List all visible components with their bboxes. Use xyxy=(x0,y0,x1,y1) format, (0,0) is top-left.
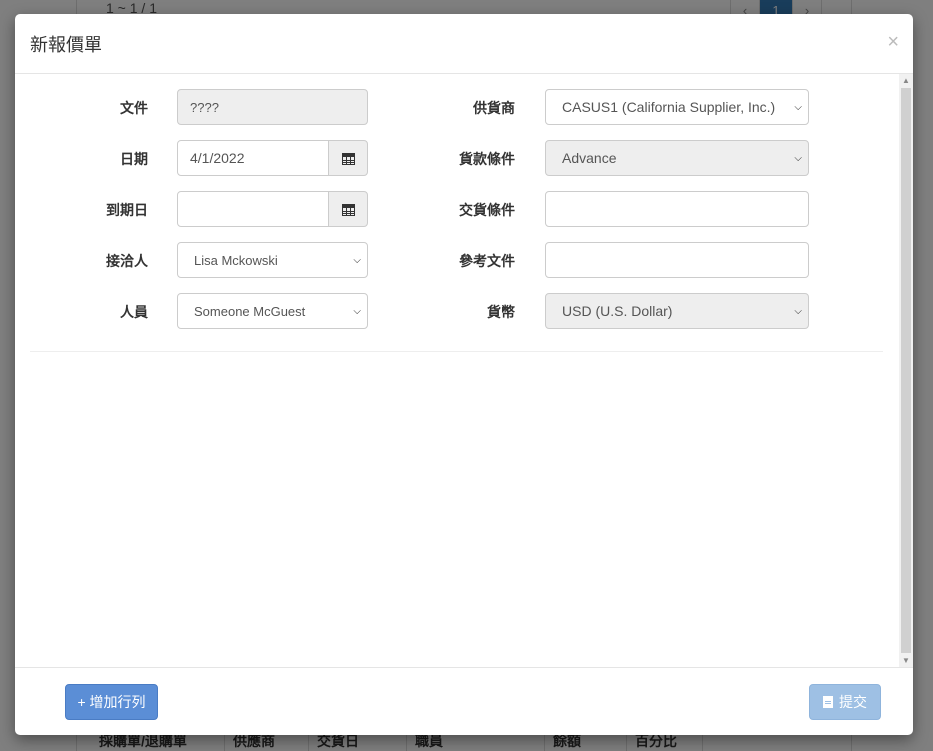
scroll-thumb[interactable] xyxy=(901,88,911,653)
modal-body: 文件 ???? 日期 4/1/2022 到期日 接洽人 Lisa Mckowsk… xyxy=(15,74,913,667)
contact-value: Lisa Mckowski xyxy=(194,252,278,268)
staff-select[interactable]: Someone McGuest ⌵ xyxy=(177,293,368,329)
chevron-down-icon: ⌵ xyxy=(794,152,802,164)
currency-value: USD (U.S. Dollar) xyxy=(562,303,673,319)
payment-terms-label: 貨款條件 xyxy=(459,151,515,167)
date-calendar-button[interactable] xyxy=(328,140,368,176)
due-date-calendar-button[interactable] xyxy=(328,191,368,227)
staff-label: 人員 xyxy=(120,304,148,320)
currency-select[interactable]: USD (U.S. Dollar) ⌵ xyxy=(545,293,809,329)
submit-label: 提交 xyxy=(839,694,867,710)
contact-label: 接洽人 xyxy=(106,253,148,269)
contact-select[interactable]: Lisa Mckowski ⌵ xyxy=(177,242,368,278)
chevron-down-icon: ⌵ xyxy=(353,254,361,266)
due-date-input[interactable] xyxy=(177,191,329,227)
payment-terms-select[interactable]: Advance ⌵ xyxy=(545,140,809,176)
chevron-down-icon: ⌵ xyxy=(353,305,361,317)
modal-footer: + 增加行列 提交 xyxy=(15,667,913,735)
date-input[interactable]: 4/1/2022 xyxy=(177,140,329,176)
calendar-icon xyxy=(341,203,355,216)
staff-value: Someone McGuest xyxy=(194,303,306,319)
scrollbar[interactable]: ▲ ▼ xyxy=(899,74,913,667)
chevron-down-icon: ⌵ xyxy=(794,101,802,113)
new-quote-modal: 新報價單 × 文件 ???? 日期 4/1/2022 到期日 接洽人 Lisa … xyxy=(15,14,913,735)
divider xyxy=(30,351,883,352)
date-label: 日期 xyxy=(120,151,148,167)
supplier-label: 供貨商 xyxy=(473,100,515,116)
reference-label: 參考文件 xyxy=(459,253,515,269)
modal-header: 新報價單 × xyxy=(15,14,913,74)
document-field: ???? xyxy=(177,89,368,125)
submit-button[interactable]: 提交 xyxy=(809,684,881,720)
scroll-up-arrow-icon[interactable]: ▲ xyxy=(902,76,910,85)
supplier-value: CASUS1 (California Supplier, Inc.) xyxy=(562,99,776,115)
currency-label: 貨幣 xyxy=(487,304,515,320)
calendar-icon xyxy=(341,152,355,165)
payment-terms-value: Advance xyxy=(562,150,617,166)
reference-input[interactable] xyxy=(545,242,809,278)
due-date-label: 到期日 xyxy=(106,202,148,218)
supplier-select[interactable]: CASUS1 (California Supplier, Inc.) ⌵ xyxy=(545,89,809,125)
modal-title: 新報價單 xyxy=(30,35,102,55)
delivery-terms-input[interactable] xyxy=(545,191,809,227)
add-row-button[interactable]: + 增加行列 xyxy=(65,684,158,720)
document-label: 文件 xyxy=(120,100,148,116)
close-button[interactable]: × xyxy=(887,32,899,52)
scroll-down-arrow-icon[interactable]: ▼ xyxy=(902,656,910,665)
delivery-terms-label: 交貨條件 xyxy=(459,202,515,218)
document-icon xyxy=(823,696,833,708)
chevron-down-icon: ⌵ xyxy=(794,305,802,317)
